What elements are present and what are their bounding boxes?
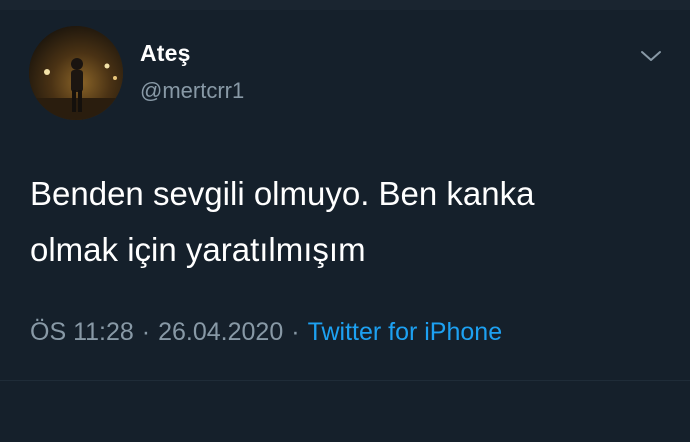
- tweet-time[interactable]: ÖS 11:28: [30, 318, 134, 346]
- tweet-meta: ÖS 11:28 · 26.04.2020 · Twitter for iPhone: [30, 318, 502, 347]
- divider: [0, 380, 690, 381]
- tweet-text: Benden sevgili olmuyo. Ben kanka olmak i…: [30, 175, 535, 268]
- meta-separator: ·: [291, 318, 300, 346]
- username[interactable]: @mertcrr1: [140, 78, 244, 104]
- more-button[interactable]: [637, 42, 665, 70]
- chevron-down-icon: [641, 51, 661, 61]
- meta-separator: ·: [141, 318, 151, 346]
- tweet-date[interactable]: 26.04.2020: [158, 318, 283, 346]
- tweet-card: Ateş @mertcrr1 Benden sevgili olmuyo. Be…: [0, 0, 690, 442]
- tweet-source-link[interactable]: Twitter for iPhone: [308, 318, 503, 346]
- top-edge: [0, 0, 690, 10]
- display-name[interactable]: Ateş: [140, 40, 191, 67]
- avatar[interactable]: [29, 26, 123, 120]
- avatar-photo: [29, 26, 123, 120]
